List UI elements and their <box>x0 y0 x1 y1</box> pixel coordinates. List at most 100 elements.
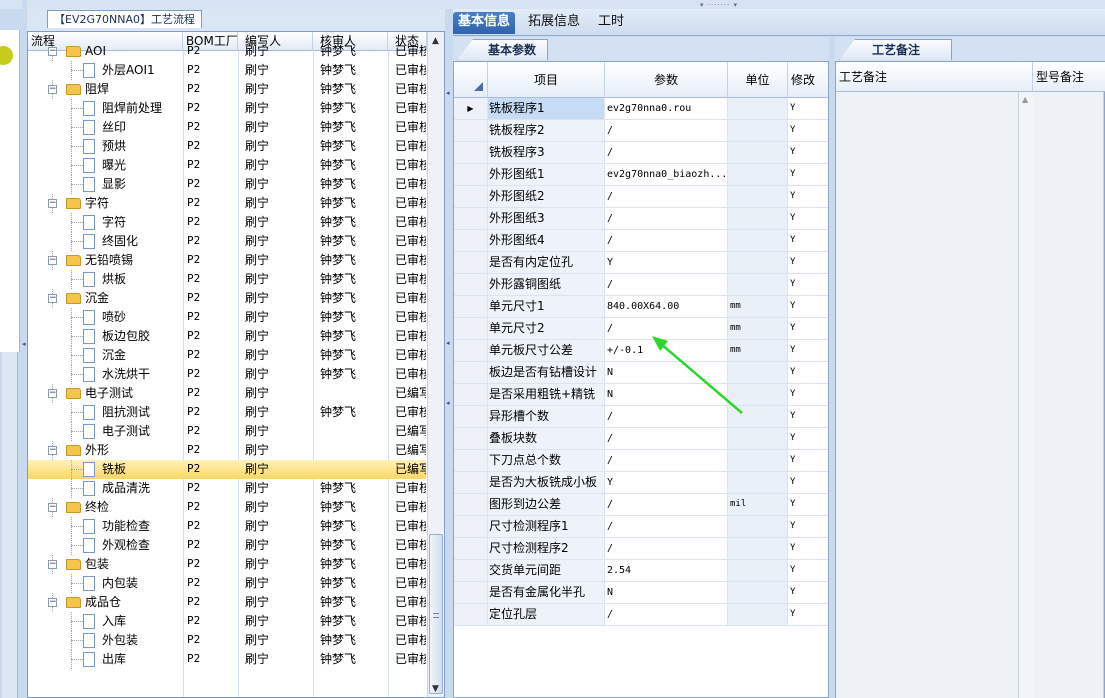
table-row[interactable]: 烘板 P2 刷宁 钟梦飞 已审核 <box>28 270 426 289</box>
tab-basic-info[interactable]: 基本信息 <box>453 12 516 34</box>
writer-cell: 刷宁 <box>245 576 270 590</box>
writer-cell: 刷宁 <box>245 158 270 172</box>
table-row[interactable]: 成品清洗 P2 刷宁 钟梦飞 已审核 <box>28 479 426 498</box>
table-row[interactable]: − 电子测试 P2 刷宁 已编写 <box>28 384 426 403</box>
table-row[interactable]: − 外形 P2 刷宁 已编写 <box>28 441 426 460</box>
table-row[interactable]: 电子测试 P2 刷宁 已编写 <box>28 422 426 441</box>
tree-collapse-icon[interactable]: − <box>48 294 57 303</box>
process-grid-scrollbar[interactable]: ▲ ▼ <box>427 32 444 697</box>
process-flow-title[interactable]: 【EV2G70NNA0】工艺流程 <box>47 10 202 28</box>
tree-collapse-icon[interactable]: − <box>48 560 57 569</box>
collapse-grip-icon[interactable]: ▾ ······· ▾ <box>700 1 738 9</box>
table-row[interactable]: − 终检 P2 刷宁 钟梦飞 已审核 <box>28 498 426 517</box>
table-row[interactable]: 内包装 P2 刷宁 钟梦飞 已审核 <box>28 574 426 593</box>
tree-collapse-icon[interactable]: − <box>48 256 57 265</box>
bom-factory-cell: P2 <box>187 101 201 114</box>
tab-work-hours[interactable]: 工时 <box>593 12 629 34</box>
tree-node-label: 曝光 <box>102 158 127 172</box>
bom-factory-cell: P2 <box>187 652 201 665</box>
writer-cell: 刷宁 <box>245 177 270 191</box>
status-cell: 已审核 <box>395 253 426 267</box>
table-row[interactable]: − AOI P2 刷宁 钟梦飞 已审核 <box>28 42 426 61</box>
tree-collapse-icon[interactable]: − <box>48 598 57 607</box>
table-row[interactable]: 板边包胶 P2 刷宁 钟梦飞 已审核 <box>28 327 426 346</box>
status-cell: 已审核 <box>395 557 426 571</box>
status-cell: 已编写 <box>395 462 426 476</box>
table-row[interactable]: − 沉金 P2 刷宁 钟梦飞 已审核 <box>28 289 426 308</box>
table-row[interactable]: 功能检查 P2 刷宁 钟梦飞 已审核 <box>28 517 426 536</box>
table-row[interactable]: 阻抗测试 P2 刷宁 钟梦飞 已审核 <box>28 403 426 422</box>
tree-node-label: 预烘 <box>102 139 127 153</box>
table-row[interactable]: 终固化 P2 刷宁 钟梦飞 已审核 <box>28 232 426 251</box>
tree-connector <box>71 108 83 109</box>
table-row[interactable]: 出库 P2 刷宁 钟梦飞 已审核 <box>28 650 426 669</box>
table-row[interactable]: 阻焊前处理 P2 刷宁 钟梦飞 已审核 <box>28 99 426 118</box>
document-icon <box>83 367 95 382</box>
splitter-arrow-icon[interactable]: ◂ <box>22 340 26 348</box>
table-row[interactable]: 预烘 P2 刷宁 钟梦飞 已审核 <box>28 137 426 156</box>
tree-connector <box>71 488 83 489</box>
tree-collapse-icon[interactable]: − <box>48 85 57 94</box>
annotation-arrow-line <box>660 343 743 414</box>
process-note-column[interactable] <box>836 92 1019 698</box>
tree-collapse-icon[interactable]: − <box>48 389 57 398</box>
middle-splitter[interactable]: ◂ ◂ ◂ <box>445 9 453 698</box>
document-icon <box>83 633 95 648</box>
tree-node-label: 电子测试 <box>102 424 151 438</box>
table-row[interactable]: 入库 P2 刷宁 钟梦飞 已审核 <box>28 612 426 631</box>
scroll-up-icon[interactable]: ▲ <box>432 36 439 46</box>
reviewer-cell: 钟梦飞 <box>320 158 357 172</box>
table-row[interactable]: 水洗烘干 P2 刷宁 钟梦飞 已审核 <box>28 365 426 384</box>
tree-collapse-icon[interactable]: − <box>48 199 57 208</box>
status-indicator-icon <box>0 46 13 65</box>
scrollbar-thumb[interactable] <box>429 534 443 694</box>
tree-collapse-icon[interactable]: − <box>48 47 57 56</box>
table-row[interactable]: 喷砂 P2 刷宁 钟梦飞 已审核 <box>28 308 426 327</box>
tree-connector <box>71 640 83 641</box>
tree-connector <box>71 621 83 622</box>
scroll-down-icon[interactable]: ▼ <box>432 684 439 694</box>
splitter-arrow-icon[interactable]: ◂ <box>446 399 450 407</box>
tree-collapse-icon[interactable]: − <box>48 446 57 455</box>
table-row[interactable]: 外观检查 P2 刷宁 钟梦飞 已审核 <box>28 536 426 555</box>
bom-factory-cell: P2 <box>187 557 201 570</box>
table-row[interactable]: − 字符 P2 刷宁 钟梦飞 已审核 <box>28 194 426 213</box>
table-row[interactable]: 沉金 P2 刷宁 钟梦飞 已审核 <box>28 346 426 365</box>
col-header-process-note[interactable]: 工艺备注 <box>836 62 1033 92</box>
notes-scrollbar[interactable]: ▲ <box>1019 92 1033 698</box>
splitter-arrow-icon[interactable]: ◂ <box>446 339 450 347</box>
bom-factory-cell: P2 <box>187 63 201 76</box>
table-row[interactable]: 显影 P2 刷宁 钟梦飞 已审核 <box>28 175 426 194</box>
table-row[interactable]: 外层AOI1 P2 刷宁 钟梦飞 已审核 <box>28 61 426 80</box>
table-row[interactable]: 字符 P2 刷宁 钟梦飞 已审核 <box>28 213 426 232</box>
table-row[interactable]: − 阻焊 P2 刷宁 钟梦飞 已审核 <box>28 80 426 99</box>
scroll-up-icon[interactable]: ▲ <box>1022 95 1028 104</box>
table-row[interactable]: 外包装 P2 刷宁 钟梦飞 已审核 <box>28 631 426 650</box>
tab-basic-params[interactable]: 基本参数 <box>457 39 549 60</box>
notes-grid[interactable]: 工艺备注 型号备注 ▲ <box>835 61 1105 698</box>
reviewer-cell: 钟梦飞 <box>320 367 357 381</box>
left-mini-scrollbar[interactable] <box>2 352 18 698</box>
reviewer-cell: 钟梦飞 <box>320 595 357 609</box>
model-note-column[interactable] <box>1033 92 1104 698</box>
table-row[interactable]: − 无铅喷锡 P2 刷宁 钟梦飞 已审核 <box>28 251 426 270</box>
bom-factory-cell: P2 <box>187 44 201 57</box>
table-row[interactable]: − 包装 P2 刷宁 钟梦飞 已审核 <box>28 555 426 574</box>
tab-process-notes[interactable]: 工艺备注 <box>839 39 953 60</box>
top-strip: ▾ ······· ▾ <box>0 0 1105 9</box>
table-row[interactable]: 铣板 P2 刷宁 已编写 <box>28 460 426 479</box>
table-row[interactable]: 曝光 P2 刷宁 钟梦飞 已审核 <box>28 156 426 175</box>
tree-collapse-icon[interactable]: − <box>48 503 57 512</box>
process-tree-grid[interactable]: 流程 BOM工厂 编写人 核审人 状态 −AOIP2刷宁钟梦飞已审核外层AOI1… <box>27 31 445 698</box>
basic-params-panel: 基本参数 项目 参数 单位 修改 ▶ 铣板程序1 ev2g70nna0.rou Y 铣板… <box>453 37 829 698</box>
tab-extended-info[interactable]: 拓展信息 <box>523 12 585 34</box>
table-row[interactable]: − 成品仓 P2 刷宁 钟梦飞 已审核 <box>28 593 426 612</box>
params-table[interactable]: 项目 参数 单位 修改 ▶ 铣板程序1 ev2g70nna0.rou Y 铣板程序2/Y… <box>453 61 829 698</box>
tree-node-label: 烘板 <box>102 272 127 286</box>
writer-cell: 刷宁 <box>245 82 270 96</box>
bom-factory-cell: P2 <box>187 139 201 152</box>
table-row[interactable]: 丝印 P2 刷宁 钟梦飞 已审核 <box>28 118 426 137</box>
col-header-model-note[interactable]: 型号备注 <box>1033 62 1105 92</box>
splitter-arrow-icon[interactable]: ◂ <box>446 89 450 97</box>
tree-connector <box>71 70 83 71</box>
